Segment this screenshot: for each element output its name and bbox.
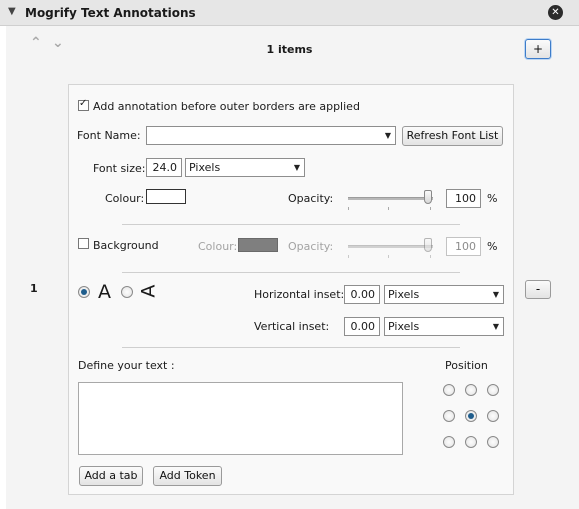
divider: [122, 347, 460, 348]
text-rotated-icon: A: [137, 284, 160, 298]
horizontal-inset-input[interactable]: 0.00: [344, 285, 380, 304]
background-opacity-slider-ticks: [348, 255, 433, 258]
horizontal-inset-unit-select[interactable]: Pixels ▼: [384, 285, 504, 304]
orientation-normal-radio[interactable]: [78, 286, 90, 298]
collapse-triangle-icon[interactable]: ▼: [8, 6, 16, 17]
divider: [122, 224, 460, 225]
horizontal-inset-unit-value: Pixels: [388, 288, 420, 301]
position-bottom-center-radio[interactable]: [465, 436, 477, 448]
position-top-right-radio[interactable]: [487, 384, 499, 396]
panel-header: ▼ Mogrify Text Annotations ✕: [0, 0, 579, 26]
font-size-unit-select[interactable]: Pixels ▼: [185, 158, 305, 177]
position-bottom-right-radio[interactable]: [487, 436, 499, 448]
background-opacity-unit: %: [487, 240, 498, 253]
refresh-font-list-button[interactable]: Refresh Font List: [402, 126, 503, 146]
dropdown-arrow-icon: ▼: [492, 322, 499, 331]
background-opacity-input[interactable]: 100: [446, 237, 481, 256]
background-opacity-slider-thumb[interactable]: [424, 238, 432, 252]
define-text-label: Define your text :: [78, 359, 175, 372]
background-colour-label: Colour:: [198, 240, 238, 253]
background-label: Background: [93, 239, 159, 252]
position-middle-right-radio[interactable]: [487, 410, 499, 422]
vertical-inset-unit-select[interactable]: Pixels ▼: [384, 317, 504, 336]
add-item-button[interactable]: +: [525, 39, 551, 59]
font-size-label: Font size:: [93, 162, 146, 175]
position-label: Position: [445, 359, 488, 372]
colour-label: Colour:: [105, 192, 145, 205]
background-colour-swatch[interactable]: [238, 238, 278, 252]
add-before-borders-label: Add annotation before outer borders are …: [93, 100, 360, 113]
opacity-unit: %: [487, 192, 498, 205]
opacity-slider-thumb[interactable]: [424, 190, 432, 204]
opacity-label: Opacity:: [288, 192, 334, 205]
font-name-select[interactable]: ▼: [146, 126, 396, 145]
position-middle-left-radio[interactable]: [443, 410, 455, 422]
item-count: 1 items: [266, 43, 313, 56]
dropdown-arrow-icon: ▼: [293, 163, 300, 172]
add-tab-button[interactable]: Add a tab: [79, 466, 143, 486]
panel-title: Mogrify Text Annotations: [25, 6, 196, 20]
opacity-input[interactable]: 100: [446, 189, 481, 208]
add-before-borders-checkbox[interactable]: [78, 98, 89, 111]
background-opacity-slider-track[interactable]: [348, 245, 433, 248]
background-opacity-label: Opacity:: [288, 240, 334, 253]
vertical-inset-unit-value: Pixels: [388, 320, 420, 333]
horizontal-inset-label: Horizontal inset:: [254, 288, 345, 301]
close-icon[interactable]: ✕: [548, 5, 563, 20]
position-top-center-radio[interactable]: [465, 384, 477, 396]
define-text-textarea[interactable]: [78, 382, 403, 455]
colour-swatch[interactable]: [146, 189, 186, 204]
vertical-inset-input[interactable]: 0.00: [344, 317, 380, 336]
divider: [122, 272, 460, 273]
background-checkbox[interactable]: [78, 238, 89, 249]
vertical-inset-label: Vertical inset:: [254, 320, 330, 333]
position-bottom-left-radio[interactable]: [443, 436, 455, 448]
add-token-button[interactable]: Add Token: [153, 466, 222, 486]
dropdown-arrow-icon: ▼: [492, 290, 499, 299]
text-normal-icon: A: [98, 281, 111, 303]
font-name-label: Font Name:: [77, 129, 141, 142]
item-index: 1: [30, 282, 38, 295]
position-center-radio[interactable]: [465, 410, 477, 422]
remove-item-button[interactable]: -: [525, 280, 551, 299]
font-size-unit-value: Pixels: [189, 161, 221, 174]
font-size-input[interactable]: 24.0: [146, 158, 182, 177]
dropdown-arrow-icon: ▼: [384, 131, 391, 140]
opacity-slider-track[interactable]: [348, 197, 433, 200]
position-top-left-radio[interactable]: [443, 384, 455, 396]
opacity-slider-ticks: [348, 207, 433, 210]
orientation-rotated-radio[interactable]: [121, 286, 133, 298]
